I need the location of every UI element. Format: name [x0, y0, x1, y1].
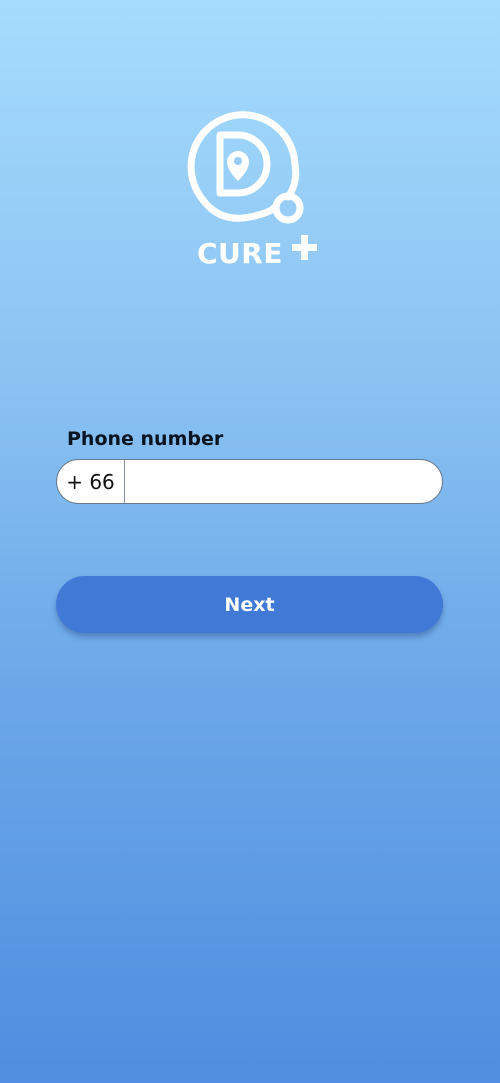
phone-number-label: Phone number: [67, 428, 224, 450]
brand-name: CURE: [197, 237, 283, 270]
app-logo: CURE: [170, 95, 330, 280]
phone-number-field[interactable]: + 66: [56, 459, 443, 504]
phone-number-input[interactable]: [125, 460, 442, 503]
next-button[interactable]: Next: [56, 576, 443, 633]
country-code-selector[interactable]: + 66: [57, 460, 125, 503]
